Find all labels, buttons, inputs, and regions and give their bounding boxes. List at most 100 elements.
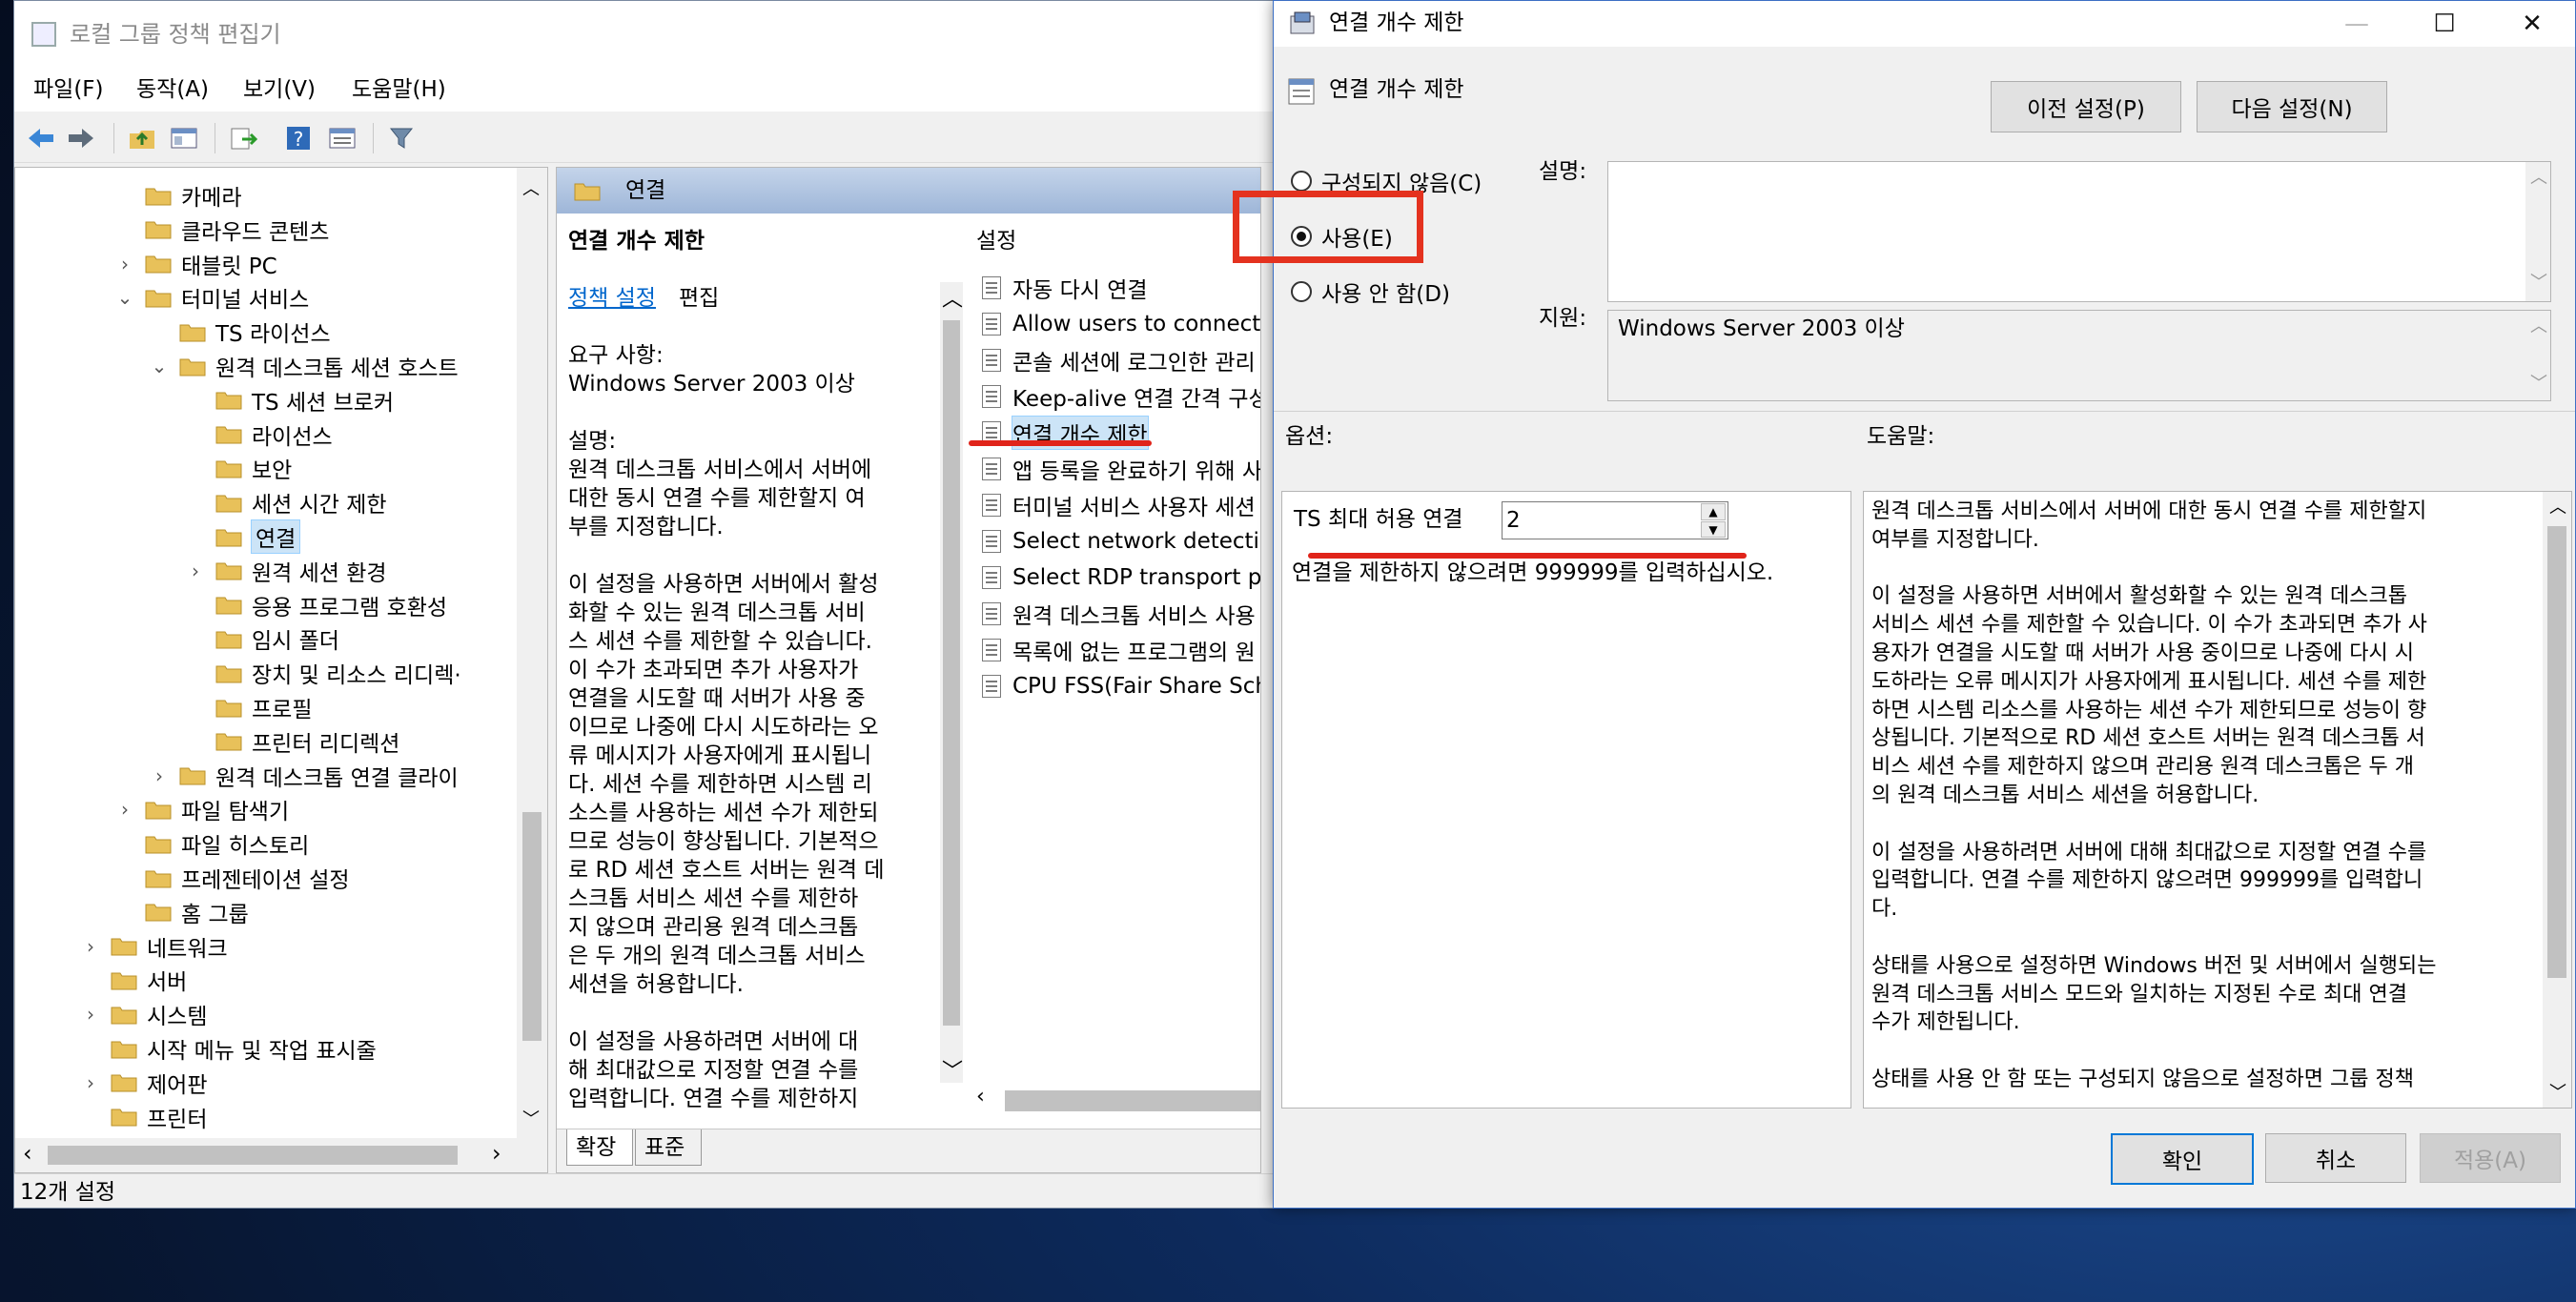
menu-file[interactable]: 파일(F) xyxy=(33,75,104,104)
filter-icon[interactable] xyxy=(384,121,419,155)
policy-row[interactable]: 원격 데스크톱 서비스 사용 xyxy=(982,597,1256,631)
policy-row[interactable]: 자동 다시 연결 xyxy=(982,271,1148,305)
next-setting-button[interactable]: 다음 설정(N) xyxy=(2197,81,2387,132)
scroll-thumb[interactable] xyxy=(2547,526,2566,978)
menu-action[interactable]: 동작(A) xyxy=(136,75,209,104)
policy-row[interactable]: Keep-alive 연결 간격 구성 xyxy=(982,379,1260,414)
tree-expander-icon[interactable]: › xyxy=(149,764,170,787)
menu-view[interactable]: 보기(V) xyxy=(243,75,316,104)
policy-row[interactable]: CPU FSS(Fair Share Sched xyxy=(982,669,1260,703)
scroll-up-arrow-icon[interactable]: ︿ xyxy=(522,175,540,200)
scroll-right-arrow-icon[interactable]: › xyxy=(492,1140,501,1167)
radio-disabled[interactable]: 사용 안 함(D) xyxy=(1291,275,1450,308)
gpedit-titlebar[interactable]: 로컬 그룹 정책 편집기 xyxy=(14,1,1273,68)
ok-button[interactable]: 확인 xyxy=(2111,1133,2254,1185)
scroll-up-arrow-icon[interactable]: ︿ xyxy=(2530,313,2547,337)
max-connections-spinbox[interactable]: 2 ▲ ▼ xyxy=(1502,501,1728,539)
tree-item[interactable]: › 시스템 xyxy=(80,998,207,1030)
tree-item[interactable]: ⌄ 터미널 서비스 xyxy=(114,281,310,314)
export-list-icon[interactable] xyxy=(226,121,260,155)
tree-expander-icon[interactable]: › xyxy=(185,559,206,582)
scroll-down-arrow-icon[interactable]: ﹀ xyxy=(942,1054,963,1085)
tree-expander-icon[interactable]: › xyxy=(80,935,101,958)
tree-item[interactable]: 라이선스 xyxy=(185,418,333,451)
spin-down-icon[interactable]: ▼ xyxy=(1701,521,1726,538)
policy-row[interactable]: Select network detection o xyxy=(982,524,1260,559)
policy-row[interactable]: 목록에 없는 프로그램의 원 xyxy=(982,633,1256,667)
scroll-down-arrow-icon[interactable]: ﹀ xyxy=(2530,370,2547,395)
policy-row[interactable]: 터미널 서비스 사용자 세션 xyxy=(982,488,1256,522)
settings-hscroll-thumb[interactable] xyxy=(1005,1090,1260,1111)
tree-expander-icon[interactable]: › xyxy=(114,798,135,821)
cancel-button[interactable]: 취소 xyxy=(2265,1133,2406,1183)
scroll-thumb[interactable] xyxy=(522,812,542,1041)
tree-item[interactable]: 프린터 리디렉션 xyxy=(185,725,399,758)
apply-button[interactable]: 적용(A) xyxy=(2420,1133,2561,1183)
up-folder-icon[interactable] xyxy=(125,121,159,155)
tree-item[interactable]: 클라우드 콘텐츠 xyxy=(114,214,329,246)
close-button[interactable]: ✕ xyxy=(2488,1,2575,47)
tree-item[interactable]: TS 세션 브로커 xyxy=(185,384,394,417)
tree-vertical-scrollbar[interactable]: ︿ ﹀ xyxy=(517,168,547,1138)
comment-textarea[interactable]: ︿ ﹀ xyxy=(1607,161,2551,302)
scroll-up-arrow-icon[interactable]: ︿ xyxy=(942,282,963,313)
minimize-button[interactable]: — xyxy=(2313,1,2401,47)
tree-item[interactable]: 보안 xyxy=(185,452,292,484)
tree-expander-icon[interactable]: › xyxy=(114,253,135,275)
tree-item[interactable]: ⌄ 원격 데스크톱 세션 호스트 xyxy=(149,350,459,382)
scroll-down-arrow-icon[interactable]: ﹀ xyxy=(2549,1079,2566,1104)
comment-scrollbar[interactable]: ︿ ﹀ xyxy=(2525,162,2550,301)
tree-item[interactable]: 시작 메뉴 및 작업 표시줄 xyxy=(80,1032,377,1065)
radio-not-configured-circle[interactable] xyxy=(1291,171,1312,192)
scroll-down-arrow-icon[interactable]: ﹀ xyxy=(2530,269,2547,294)
settings-hscroll-left-icon[interactable]: ‹ xyxy=(976,1085,985,1109)
tree-item[interactable]: 파일 히스토리 xyxy=(114,827,309,860)
supported-scrollbar[interactable]: ︿ ﹀ xyxy=(2525,311,2550,400)
forward-arrow-icon[interactable] xyxy=(64,121,98,155)
tree-expander-icon[interactable]: ⌄ xyxy=(149,355,170,377)
tree-item[interactable]: 프레젠테이션 설정 xyxy=(114,862,350,894)
scroll-down-arrow-icon[interactable]: ﹀ xyxy=(522,1106,540,1130)
tree-item[interactable]: 임시 폴더 xyxy=(185,622,339,655)
back-arrow-icon[interactable] xyxy=(24,121,58,155)
tree-item[interactable]: › 원격 데스크톱 연결 클라이 xyxy=(149,760,459,792)
policy-row[interactable]: Select RDP transport proto xyxy=(982,560,1260,595)
tree-item[interactable]: 응용 프로그램 호환성 xyxy=(185,589,447,621)
scroll-thumb[interactable] xyxy=(943,320,960,1026)
settings-column-header[interactable]: 설정 xyxy=(976,227,1016,255)
tree-item[interactable]: 홈 그룹 xyxy=(114,896,249,928)
tree-item[interactable]: 연결 xyxy=(185,519,301,554)
tree-expander-icon[interactable]: › xyxy=(80,1071,101,1094)
scroll-left-arrow-icon[interactable]: ‹ xyxy=(23,1140,32,1167)
previous-setting-button[interactable]: 이전 설정(P) xyxy=(1991,81,2181,132)
tree-item[interactable]: 서버 xyxy=(80,964,187,996)
scroll-up-arrow-icon[interactable]: ︿ xyxy=(2530,164,2547,189)
tree-horizontal-scrollbar[interactable]: ‹ › xyxy=(15,1138,547,1172)
tree-item[interactable]: › 원격 세션 환경 xyxy=(185,555,387,587)
menu-help[interactable]: 도움말(H) xyxy=(352,75,446,104)
dialog-titlebar[interactable]: 연결 개수 제한 — ☐ ✕ xyxy=(1274,1,2575,47)
tree-item[interactable]: › 파일 탐색기 xyxy=(114,793,289,825)
radio-disabled-circle[interactable] xyxy=(1291,281,1312,302)
tree-item[interactable]: 프린터 xyxy=(80,1101,207,1133)
spin-up-icon[interactable]: ▲ xyxy=(1701,503,1726,520)
help-icon[interactable]: ? xyxy=(281,121,316,155)
help-scrollbar[interactable]: ︿ ﹀ xyxy=(2543,492,2571,1108)
policy-row[interactable]: 콘솔 세션에 로그인한 관리 xyxy=(982,343,1256,377)
maximize-button[interactable]: ☐ xyxy=(2401,1,2488,47)
edit-policy-link[interactable]: 정책 설정 xyxy=(568,284,656,313)
tree-item[interactable]: › 제어판 xyxy=(80,1067,207,1099)
tree-item[interactable]: 카메라 xyxy=(114,179,241,212)
properties-icon[interactable] xyxy=(325,121,359,155)
tree-expander-icon[interactable]: ⌄ xyxy=(114,286,135,309)
max-connections-value[interactable]: 2 xyxy=(1506,506,1521,535)
tree-item[interactable]: 세션 시간 제한 xyxy=(185,486,387,519)
tree-expander-icon[interactable]: › xyxy=(80,1003,101,1026)
tree-item[interactable]: › 태블릿 PC xyxy=(114,248,277,280)
description-scrollbar[interactable]: ︿ ﹀ xyxy=(940,282,963,1085)
scroll-up-arrow-icon[interactable]: ︿ xyxy=(2549,494,2566,519)
scroll-thumb-horizontal[interactable] xyxy=(48,1146,458,1165)
policy-row[interactable]: Allow users to connect rer xyxy=(982,307,1260,341)
policy-row[interactable]: 앱 등록을 완료하기 위해 사 xyxy=(982,452,1260,486)
tree-item[interactable]: 프로필 xyxy=(185,691,312,723)
